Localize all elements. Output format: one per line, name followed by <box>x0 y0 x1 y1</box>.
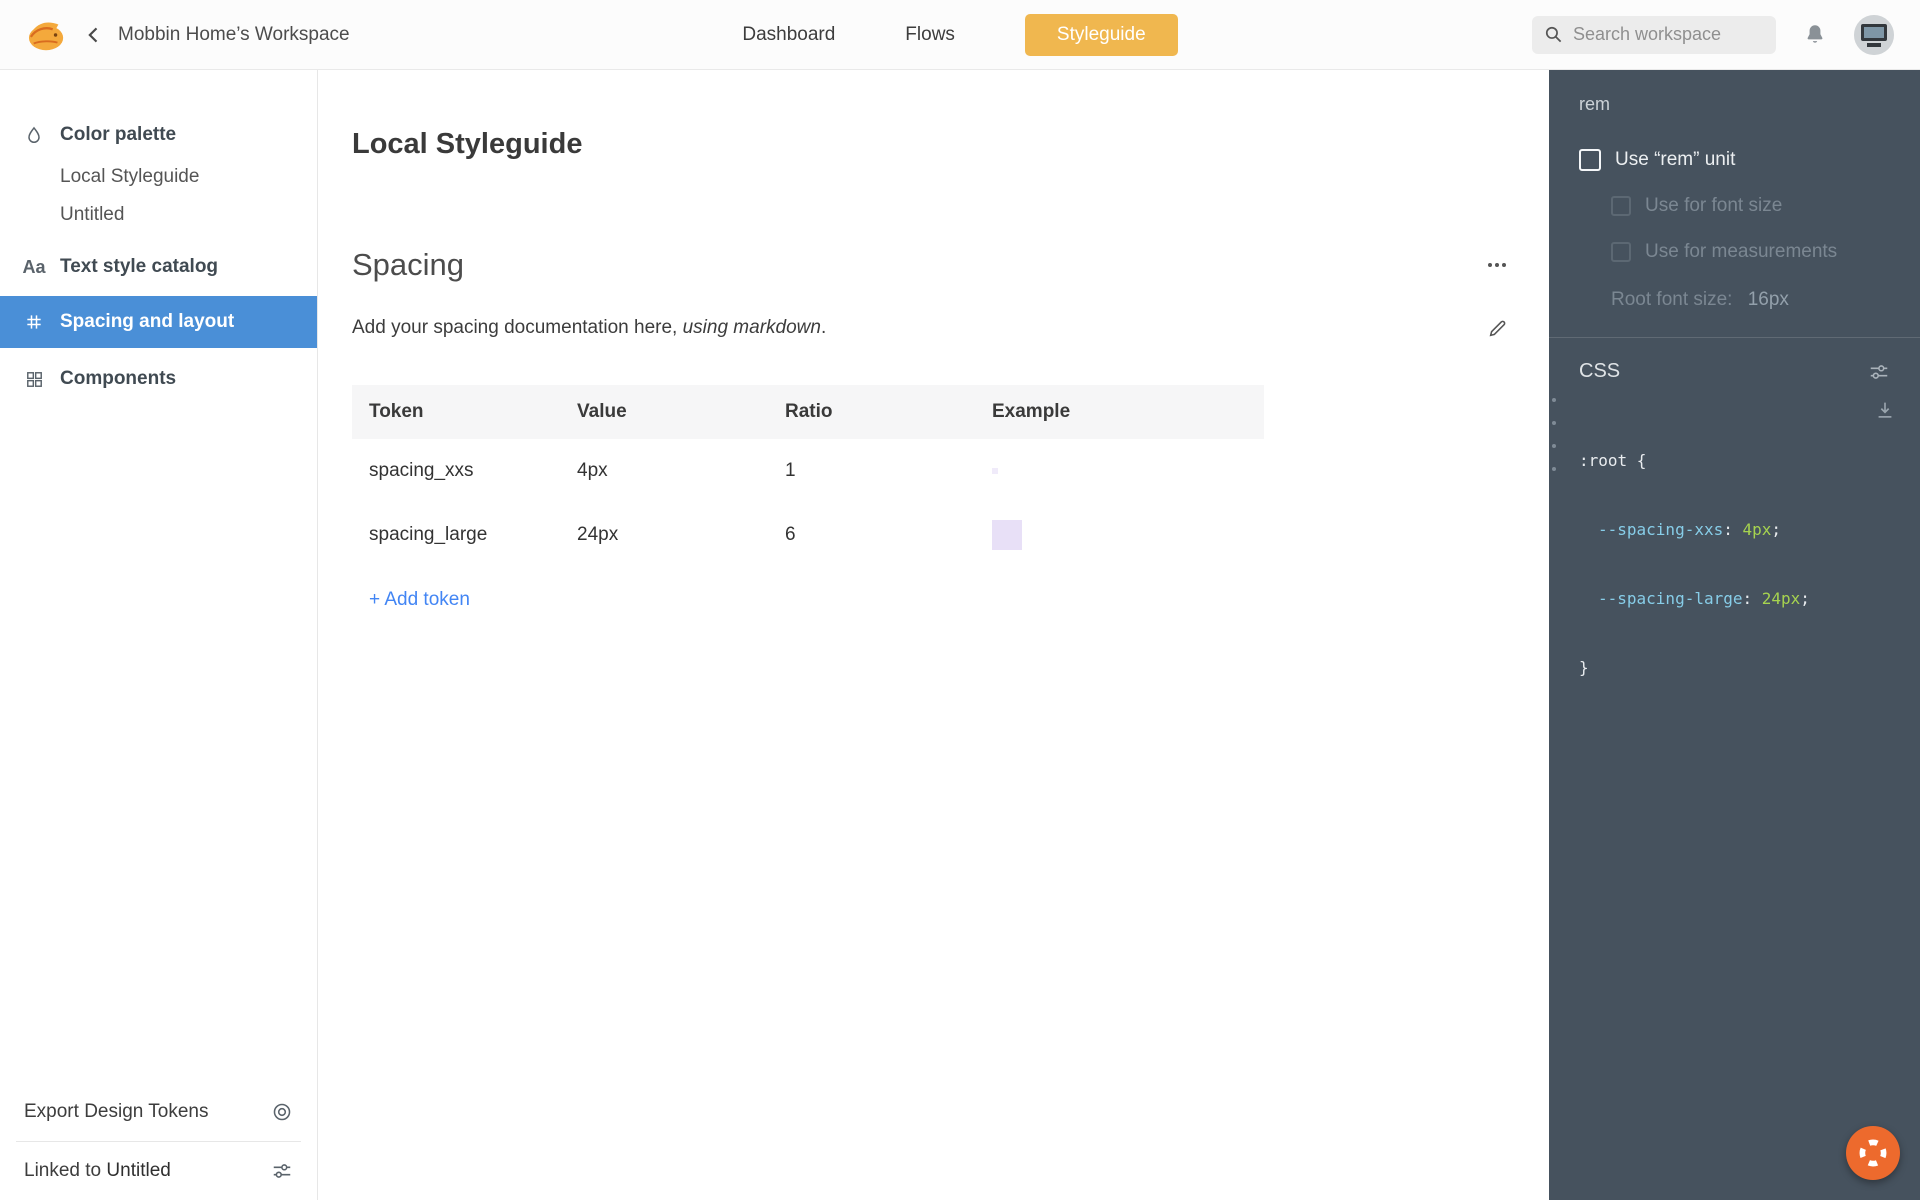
root-font-size-value: 16px <box>1748 289 1789 310</box>
page-title: Local Styleguide <box>352 128 1513 161</box>
linked-to-button[interactable]: Linked to Untitled <box>0 1142 317 1200</box>
code-line: --spacing-xxs: 4px; <box>1579 518 1890 541</box>
col-header-value: Value <box>560 401 768 423</box>
rem-section-label: rem <box>1579 94 1890 115</box>
token-name-cell: spacing_xxs <box>352 460 560 482</box>
app-logo[interactable] <box>26 15 70 55</box>
search-icon <box>1544 25 1563 44</box>
inspector-divider <box>1549 337 1920 338</box>
code-line: } <box>1579 656 1890 679</box>
spacing-example-swatch <box>992 520 1022 550</box>
text-style-icon: Aa <box>22 257 46 278</box>
sidebar-item-untitled[interactable]: Untitled <box>0 196 317 234</box>
topbar: Mobbin Home’s Workspace Dashboard Flows … <box>0 0 1920 70</box>
export-design-tokens-label: Export Design Tokens <box>24 1101 208 1123</box>
root-font-size-label: Root font size: <box>1611 289 1732 310</box>
download-icon <box>1874 399 1896 421</box>
use-for-measurements-label: Use for measurements <box>1645 241 1837 263</box>
linked-target: Untitled <box>106 1160 170 1181</box>
nav-dashboard[interactable]: Dashboard <box>742 24 835 46</box>
help-button[interactable] <box>1846 1126 1900 1180</box>
user-avatar[interactable] <box>1854 15 1894 55</box>
lifebuoy-icon <box>1856 1136 1890 1170</box>
panel-resize-handle[interactable] <box>1552 398 1556 471</box>
notifications-button[interactable] <box>1802 22 1828 48</box>
sliders-icon <box>271 1160 293 1182</box>
spacing-example-swatch <box>992 468 998 474</box>
root-font-size-row: Root font size: 16px <box>1579 289 1890 311</box>
components-icon <box>22 370 46 389</box>
table-row: spacing_xxs 4px 1 <box>352 439 1264 503</box>
css-code-block: :root { --spacing-xxs: 4px; --spacing-la… <box>1579 403 1890 725</box>
inspector-panel: rem Use “rem” unit Use for font size Use… <box>1549 70 1920 1200</box>
table-header-row: Token Value Ratio Example <box>352 385 1264 439</box>
use-for-measurements-row: Use for measurements <box>1579 241 1890 263</box>
use-rem-unit-row[interactable]: Use “rem” unit <box>1579 149 1890 171</box>
app-logo-icon <box>26 16 68 54</box>
col-header-example: Example <box>975 401 1264 423</box>
droplet-icon <box>22 125 46 145</box>
search-input[interactable] <box>1573 24 1764 45</box>
use-rem-label: Use “rem” unit <box>1615 149 1735 171</box>
token-ratio-cell: 1 <box>768 460 975 482</box>
section-title-spacing: Spacing <box>352 247 464 283</box>
col-header-ratio: Ratio <box>768 401 975 423</box>
token-example-cell <box>975 520 1264 550</box>
sidebar-item-label: Text style catalog <box>60 256 218 278</box>
nav-styleguide[interactable]: Styleguide <box>1025 14 1178 56</box>
sidebar-item-components[interactable]: Components <box>0 356 317 402</box>
use-rem-checkbox[interactable] <box>1579 149 1601 171</box>
token-name-cell: spacing_large <box>352 524 560 546</box>
section-more-button[interactable] <box>1481 249 1513 281</box>
main-content: Local Styleguide Spacing Add your spacin… <box>318 70 1549 1200</box>
token-ratio-cell: 6 <box>768 524 975 546</box>
more-dots-icon <box>1485 253 1509 277</box>
target-icon <box>271 1101 293 1123</box>
bell-icon <box>1802 22 1828 48</box>
spacing-token-table: Token Value Ratio Example spacing_xxs 4p… <box>352 385 1264 567</box>
css-section-label: CSS <box>1579 360 1620 383</box>
workspace-search[interactable] <box>1532 16 1776 54</box>
avatar-image <box>1854 15 1894 55</box>
code-line: --spacing-large: 24px; <box>1579 587 1890 610</box>
sidebar-item-text-style-catalog[interactable]: Aa Text style catalog <box>0 244 317 290</box>
pencil-icon <box>1487 317 1509 339</box>
export-design-tokens-button[interactable]: Export Design Tokens <box>0 1083 317 1141</box>
sidebar-item-label: Spacing and layout <box>60 311 234 333</box>
sidebar-item-label: Color palette <box>60 124 176 146</box>
token-example-cell <box>975 468 1264 474</box>
section-description: Add your spacing documentation here, usi… <box>352 317 826 339</box>
main-nav: Dashboard Flows Styleguide <box>742 14 1177 56</box>
use-for-font-size-checkbox <box>1611 196 1631 216</box>
use-for-font-size-row: Use for font size <box>1579 195 1890 217</box>
token-value-cell: 24px <box>560 524 768 546</box>
css-settings-button[interactable] <box>1868 361 1890 383</box>
workspace-name[interactable]: Mobbin Home’s Workspace <box>118 24 350 46</box>
use-for-measurements-checkbox <box>1611 242 1631 262</box>
use-for-font-size-label: Use for font size <box>1645 195 1782 217</box>
spacing-grid-icon <box>22 312 46 332</box>
table-row: spacing_large 24px 6 <box>352 503 1264 567</box>
token-value-cell: 4px <box>560 460 768 482</box>
chevron-left-icon <box>84 25 104 45</box>
linked-to-label: Linked to Untitled <box>24 1160 171 1182</box>
edit-description-button[interactable] <box>1483 313 1513 343</box>
sidebar: Color palette Local Styleguide Untitled … <box>0 70 318 1200</box>
code-line: :root { <box>1579 449 1890 472</box>
download-css-button[interactable] <box>1874 399 1896 426</box>
sidebar-item-label: Components <box>60 368 176 390</box>
sliders-icon <box>1868 361 1890 383</box>
sidebar-item-local-styleguide[interactable]: Local Styleguide <box>0 158 317 196</box>
col-header-token: Token <box>352 401 560 423</box>
nav-flows[interactable]: Flows <box>905 24 955 46</box>
sidebar-item-color-palette[interactable]: Color palette <box>0 112 317 158</box>
sidebar-item-spacing-and-layout[interactable]: Spacing and layout <box>0 296 317 348</box>
add-token-button[interactable]: + Add token <box>369 589 470 611</box>
back-button[interactable] <box>84 25 104 45</box>
